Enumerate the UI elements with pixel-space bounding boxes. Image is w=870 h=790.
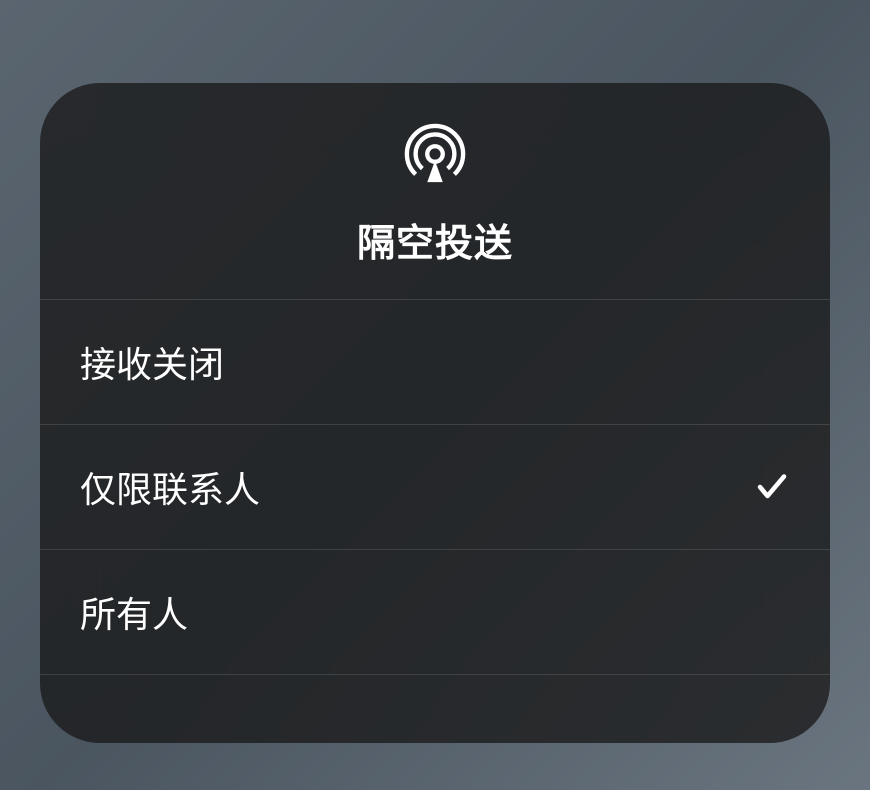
option-contacts-only[interactable]: 仅限联系人	[40, 425, 830, 550]
airdrop-panel: 隔空投送 接收关闭 仅限联系人 所有人	[40, 83, 830, 743]
airdrop-icon	[404, 172, 466, 189]
panel-title: 隔空投送	[357, 212, 513, 267]
option-label: 仅限联系人	[80, 461, 260, 513]
checkmark-icon	[754, 469, 790, 505]
option-label: 接收关闭	[80, 336, 224, 388]
options-list: 接收关闭 仅限联系人 所有人	[40, 300, 830, 743]
option-label: 所有人	[80, 586, 188, 638]
airdrop-icon-wrapper	[404, 123, 466, 190]
option-receiving-off[interactable]: 接收关闭	[40, 300, 830, 425]
panel-header: 隔空投送	[40, 83, 830, 300]
option-everyone[interactable]: 所有人	[40, 550, 830, 675]
